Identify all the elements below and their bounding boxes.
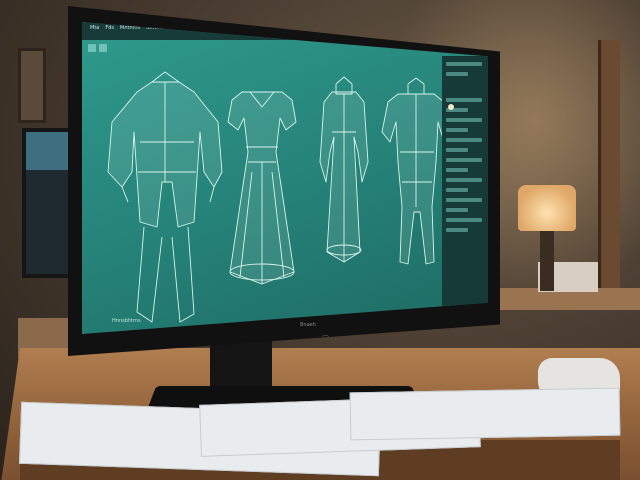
lamp-icon <box>518 185 576 231</box>
monitor-brand: Bnaeh <box>300 322 316 328</box>
panel-row[interactable] <box>446 62 482 66</box>
background-monitor-screen <box>26 132 73 170</box>
wall-frame <box>18 48 46 123</box>
properties-panel <box>442 56 488 306</box>
panel-row[interactable] <box>446 158 482 162</box>
bodysuit-icon <box>381 77 451 265</box>
panel-row[interactable] <box>446 208 468 212</box>
panel-row[interactable] <box>446 228 468 232</box>
brand-logo-icon: ⌒ <box>322 335 329 343</box>
panel-row[interactable] <box>446 198 482 202</box>
shelf <box>598 40 620 290</box>
jacket-icon <box>107 71 223 323</box>
workspace-scene: Mta Fds Mntnms Stntmn Shnhi Slbtnce Sntn <box>0 0 640 480</box>
panel-row[interactable] <box>446 128 468 132</box>
paper-sheet <box>349 387 621 441</box>
monitor-screen[interactable]: Mta Fds Mntnms Stntmn Shnhi Slbtnce Sntn <box>82 22 488 334</box>
panel-row[interactable] <box>446 148 468 152</box>
panel-row[interactable] <box>446 218 482 222</box>
garment-wireframes <box>107 71 451 323</box>
panel-row[interactable] <box>446 188 468 192</box>
status-text: Hnnsbhtrns <box>112 318 141 324</box>
panel-row[interactable] <box>446 178 482 182</box>
pattern-papers <box>19 387 621 477</box>
lamp-base <box>540 231 554 291</box>
gown-icon <box>319 76 369 263</box>
dress-icon <box>227 91 297 285</box>
panel-row[interactable] <box>446 98 482 102</box>
panel-row[interactable] <box>446 168 468 172</box>
monitor-stand <box>210 340 272 392</box>
panel-row[interactable] <box>446 72 468 76</box>
color-swatch-icon[interactable] <box>448 104 454 110</box>
panel-row[interactable] <box>446 118 482 122</box>
panel-row[interactable] <box>446 138 482 142</box>
